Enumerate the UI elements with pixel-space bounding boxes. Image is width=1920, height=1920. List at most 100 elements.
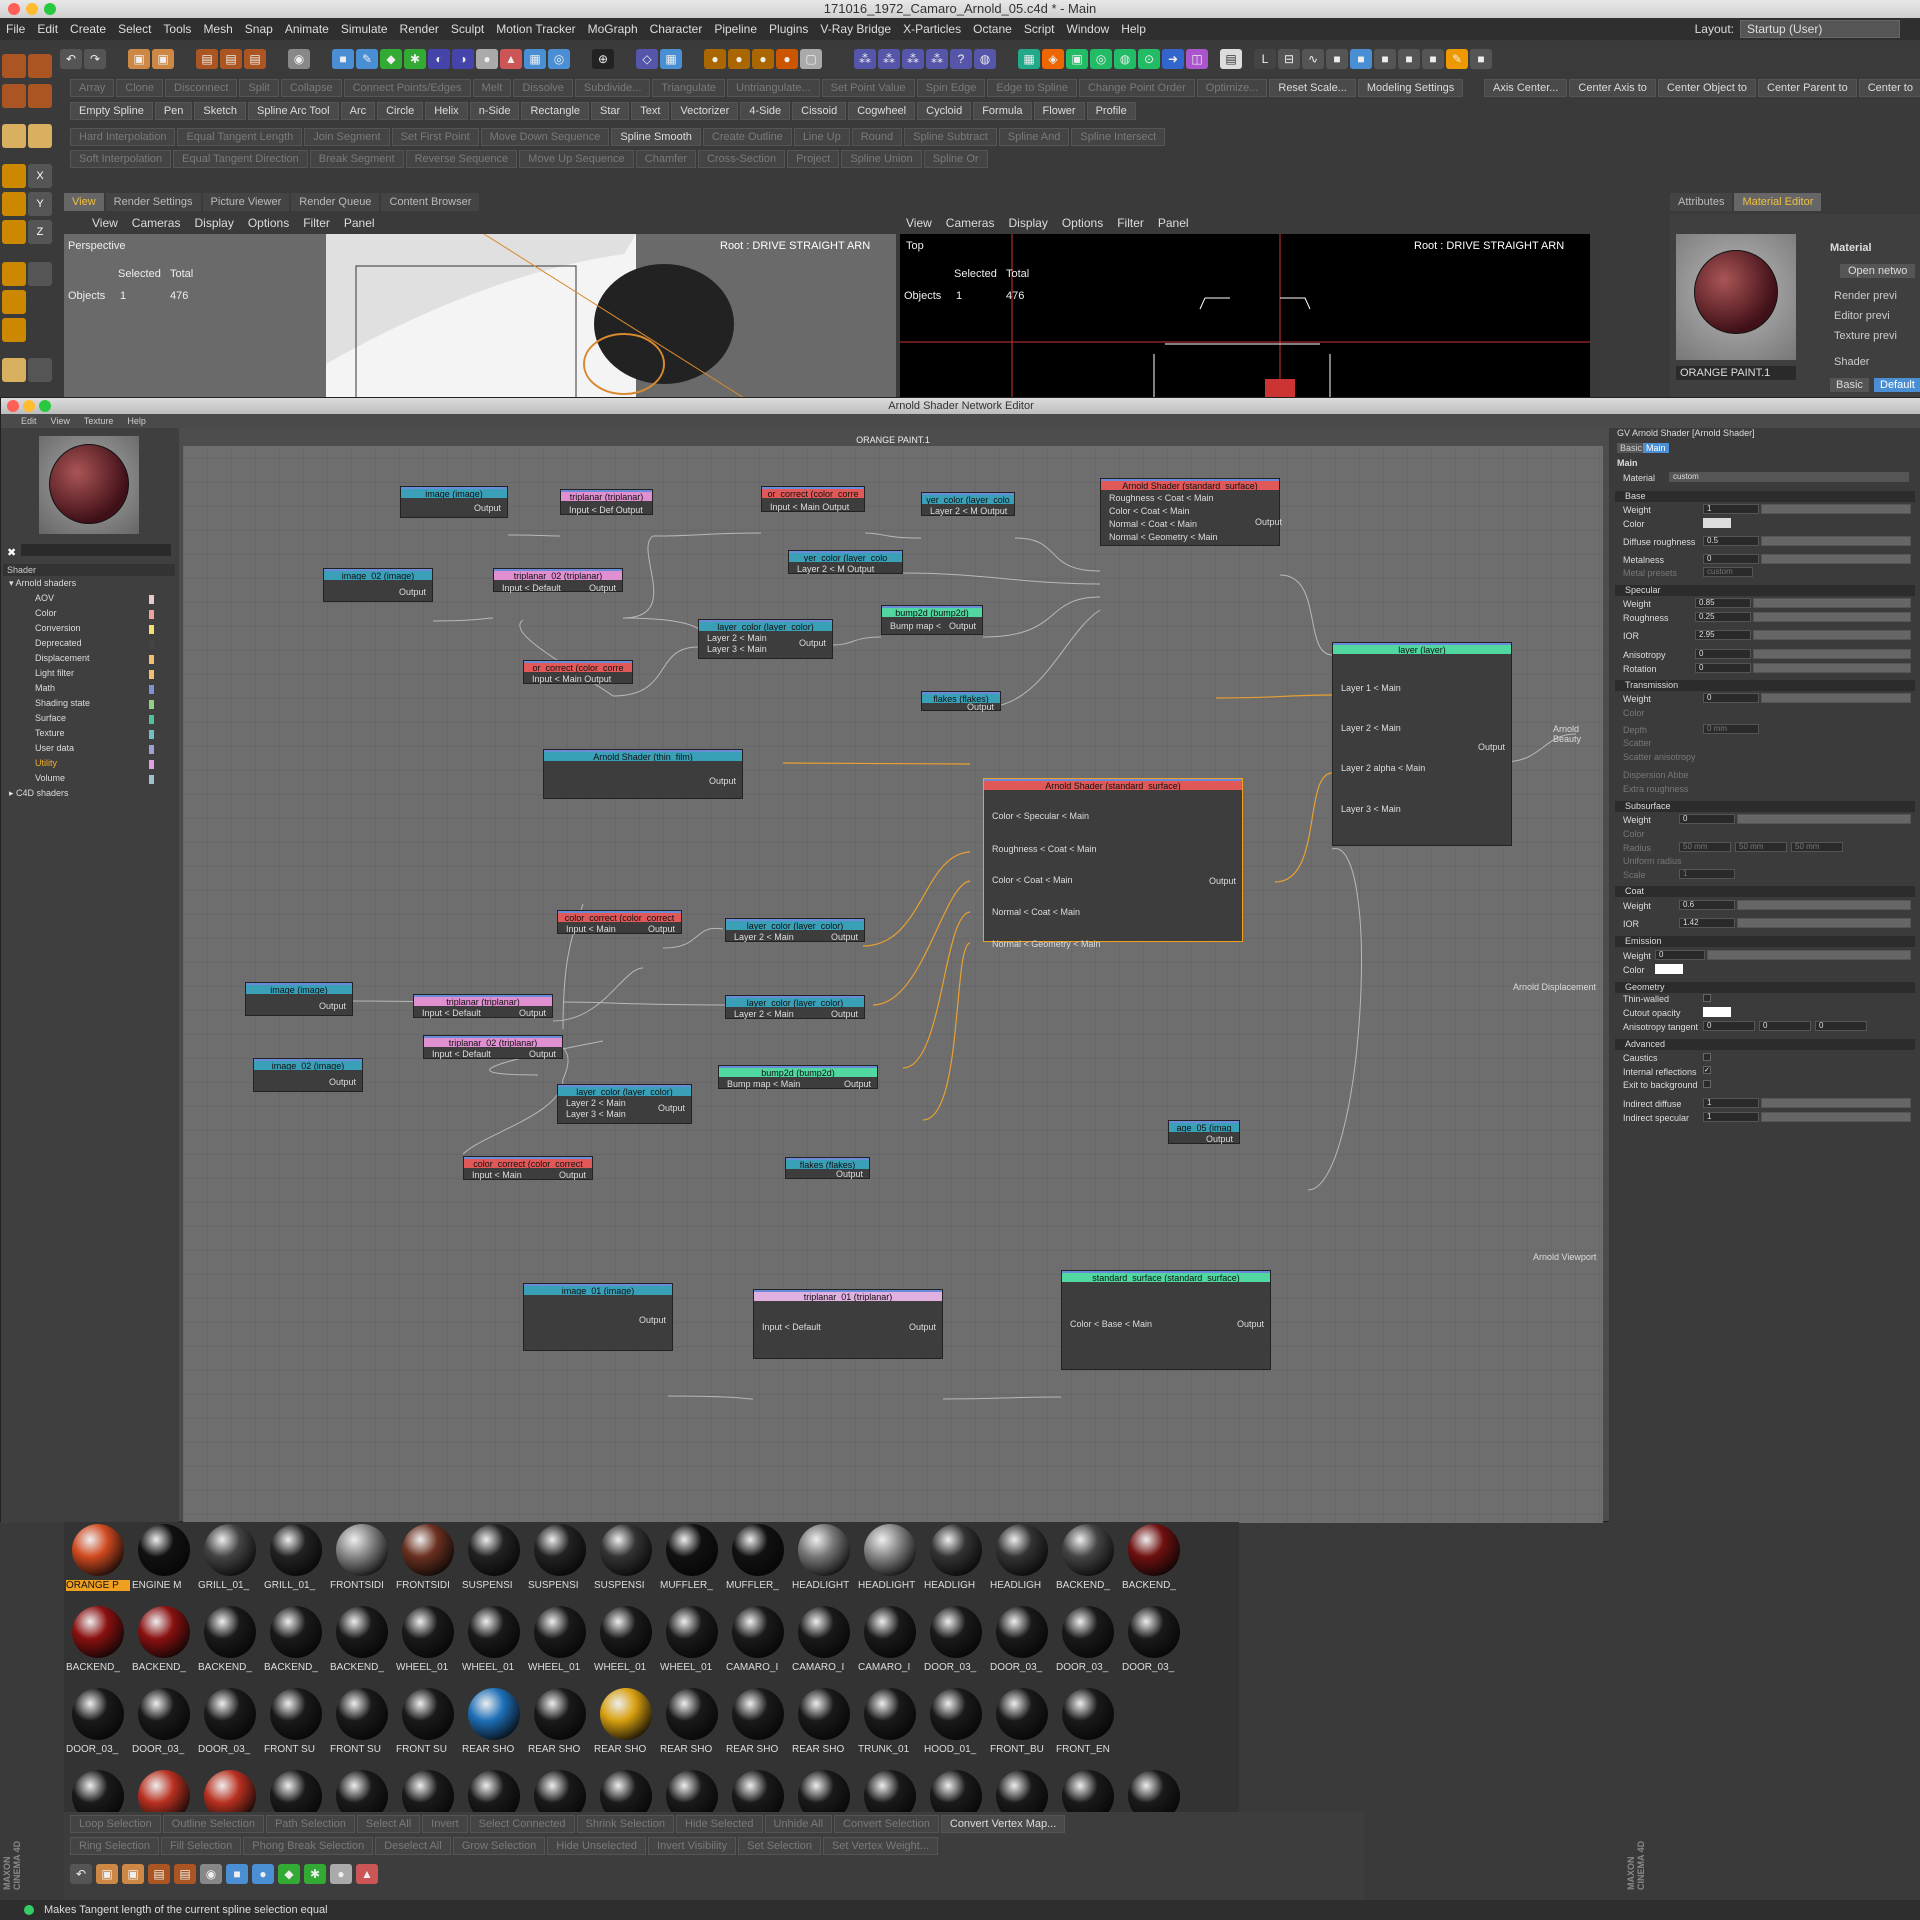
top-viewport[interactable]: Top Root : DRIVE STRAIGHT ARN Selected T… — [900, 234, 1590, 398]
render-settings-icon[interactable]: ▤ — [220, 49, 242, 69]
tree-item-light-filter[interactable]: Light filter — [35, 668, 74, 678]
coat-weight-slider[interactable] — [1737, 900, 1911, 910]
subsurface-weight-field[interactable]: 0 — [1679, 814, 1735, 824]
spline-and-button[interactable]: Spline And — [998, 128, 1070, 146]
convert-vertex-map-button[interactable]: Convert Vertex Map... — [940, 1815, 1066, 1833]
picture-icon[interactable]: ▢ — [800, 49, 822, 69]
arnold-light-icon[interactable]: ● — [728, 49, 750, 69]
node-port-label[interactable]: Output — [909, 1322, 936, 1332]
shader-node[interactable]: or_correct (color_corre Input < Main Outp… — [761, 486, 865, 512]
menu-help[interactable]: Help — [1121, 22, 1146, 36]
shader-node[interactable]: layer_color (layer_color) Layer 2 < Main O… — [725, 918, 865, 942]
split-button[interactable]: Split — [239, 79, 279, 97]
deformer-icon[interactable]: ◐ — [428, 49, 450, 69]
material-thumbnail[interactable]: REAR SHO — [726, 1686, 790, 1766]
node-port-label[interactable]: Output — [648, 924, 675, 934]
node-port-label[interactable]: Output — [639, 1315, 666, 1325]
editor-preview-option[interactable]: Editor previ — [1834, 310, 1890, 322]
cutout-opacity-swatch[interactable] — [1703, 1007, 1731, 1017]
material-thumbnail[interactable]: REAR SHO — [792, 1686, 856, 1766]
section-base[interactable]: Base — [1615, 491, 1915, 502]
menu-edit[interactable]: Edit — [37, 22, 58, 36]
node-port-label[interactable]: Roughness < Coat < Main — [992, 844, 1097, 854]
material-thumbnail[interactable]: FRONT SU — [264, 1686, 328, 1766]
tab-attributes[interactable]: Attributes — [1670, 193, 1733, 211]
menu-octane[interactable]: Octane — [973, 22, 1012, 36]
move-down-sequence-button[interactable]: Move Down Sequence — [480, 128, 610, 146]
tab-view[interactable]: View — [64, 193, 104, 211]
diffuse-roughness-field[interactable]: 0.5 — [1703, 536, 1759, 546]
render-clapper-icon[interactable] — [2, 54, 26, 78]
node-port-label[interactable]: Output — [1206, 1134, 1233, 1144]
material-thumbnail[interactable]: BACKEND_ — [1122, 1522, 1186, 1602]
undo-icon[interactable]: ↶ — [60, 49, 82, 69]
node-port-label[interactable]: Output — [519, 1008, 546, 1018]
shader-node[interactable]: or_correct (color_corre Input < Main Outp… — [523, 660, 633, 684]
grid-icon[interactable]: ▦ — [660, 49, 682, 69]
node-port-label[interactable]: Layer 1 < Main — [1341, 683, 1401, 693]
break-segment-button[interactable]: Break Segment — [309, 150, 404, 168]
node-port-label[interactable]: Color < Coat < Main — [1109, 506, 1190, 516]
transmission-weight-field[interactable]: 0 — [1703, 693, 1759, 703]
tree-item-texture[interactable]: Texture — [35, 728, 65, 738]
layout-select[interactable]: Startup (User) — [1740, 20, 1900, 38]
vp1-menu-options[interactable]: Options — [248, 216, 289, 230]
subdivision-icon[interactable]: ◆ — [380, 49, 402, 69]
shader-node[interactable]: flakes (flakes) Output — [785, 1157, 870, 1179]
menu-mesh[interactable]: Mesh — [203, 22, 232, 36]
material-thumbnail[interactable]: WHEEL_01 — [528, 1604, 592, 1684]
node-port-label[interactable]: Input < Main Output — [532, 674, 611, 684]
cissoid-button[interactable]: Cissoid — [792, 102, 847, 120]
menu-render[interactable]: Render — [400, 22, 439, 36]
menu-file[interactable]: File — [6, 22, 25, 36]
material-thumbnail[interactable]: MUFFLER_ — [726, 1522, 790, 1602]
snap-spline-icon[interactable]: ∿ — [1302, 49, 1324, 69]
indirect-specular-slider[interactable] — [1761, 1112, 1911, 1122]
material-thumbnail[interactable]: REAR SHO — [528, 1686, 592, 1766]
vp2-menu-panel[interactable]: Panel — [1158, 216, 1189, 230]
project-button[interactable]: Project — [787, 150, 840, 168]
material-thumbnail[interactable]: WHEEL_01 — [594, 1604, 658, 1684]
shader-node[interactable]: layer_color (layer_color) Layer 2 < Main O… — [725, 995, 865, 1019]
section-coat[interactable]: Coat — [1615, 886, 1915, 897]
texture-preview-option[interactable]: Texture previ — [1834, 330, 1897, 342]
render-clapper-icon[interactable] — [28, 84, 52, 108]
specular-roughness-field[interactable]: 0.25 — [1695, 612, 1751, 622]
tree-c4d-shaders[interactable]: ▸ C4D shaders — [9, 788, 69, 799]
hard-interpolation-button[interactable]: Hard Interpolation — [70, 128, 176, 146]
material-thumbnail[interactable]: GRILL_01_ — [264, 1522, 328, 1602]
cogwheel-button[interactable]: Cogwheel — [848, 102, 916, 120]
node-port-label[interactable]: Output — [529, 1049, 556, 1059]
tree-item-color[interactable]: Color — [35, 608, 57, 618]
disconnect-button[interactable]: Disconnect — [165, 79, 238, 97]
texture-icon[interactable]: ● — [752, 49, 774, 69]
modeling-settings-button[interactable]: Modeling Settings — [1357, 79, 1464, 97]
base-weight-field[interactable]: 1 — [1703, 504, 1759, 514]
shader-node[interactable]: layer (layer) Layer 1 < Main Layer 2 < Mai… — [1332, 642, 1512, 846]
render-view-icon[interactable]: ▣ — [96, 1864, 118, 1884]
shader-node[interactable]: layer_color (layer_color) Layer 2 < Main L… — [698, 619, 833, 659]
cloner-icon[interactable]: ✱ — [404, 49, 426, 69]
octane-icon[interactable]: ◉ — [288, 49, 310, 69]
vp2-menu-options[interactable]: Options — [1062, 216, 1103, 230]
shader-node[interactable]: Arnold Shader (standard_surface) Roughnes… — [1100, 478, 1282, 546]
node-port-label[interactable]: Input < Default — [422, 1008, 481, 1018]
shader-node[interactable]: image (image) Output — [400, 486, 508, 518]
metalness-slider[interactable] — [1761, 554, 1911, 564]
undo-icon[interactable]: ↶ — [70, 1864, 92, 1884]
zoom-window-button[interactable] — [44, 3, 56, 15]
tag-icon[interactable]: ◇ — [636, 49, 658, 69]
shader-node[interactable]: bump2d (bump2d) Bump map < Output — [881, 605, 983, 635]
anisotropy-tangent-y[interactable]: 0 — [1759, 1021, 1811, 1031]
subdivide-button[interactable]: Subdivide... — [574, 79, 651, 97]
phong-break-selection-button[interactable]: Phong Break Selection — [243, 1837, 374, 1855]
vectorizer-button[interactable]: Vectorizer — [671, 102, 739, 120]
node-port-label[interactable]: Color < Specular < Main — [992, 811, 1089, 821]
perspective-viewport[interactable]: Perspective Root : DRIVE STRAIGHT ARN Se… — [64, 234, 896, 398]
x-axis-icon[interactable]: X — [28, 164, 52, 188]
connect-points-button[interactable]: Connect Points/Edges — [343, 79, 471, 97]
tree-item-utility[interactable]: Utility — [35, 758, 57, 768]
create-outline-button[interactable]: Create Outline — [702, 128, 792, 146]
node-port-label[interactable]: Output — [831, 1009, 858, 1019]
collapse-button[interactable]: Collapse — [280, 79, 342, 97]
